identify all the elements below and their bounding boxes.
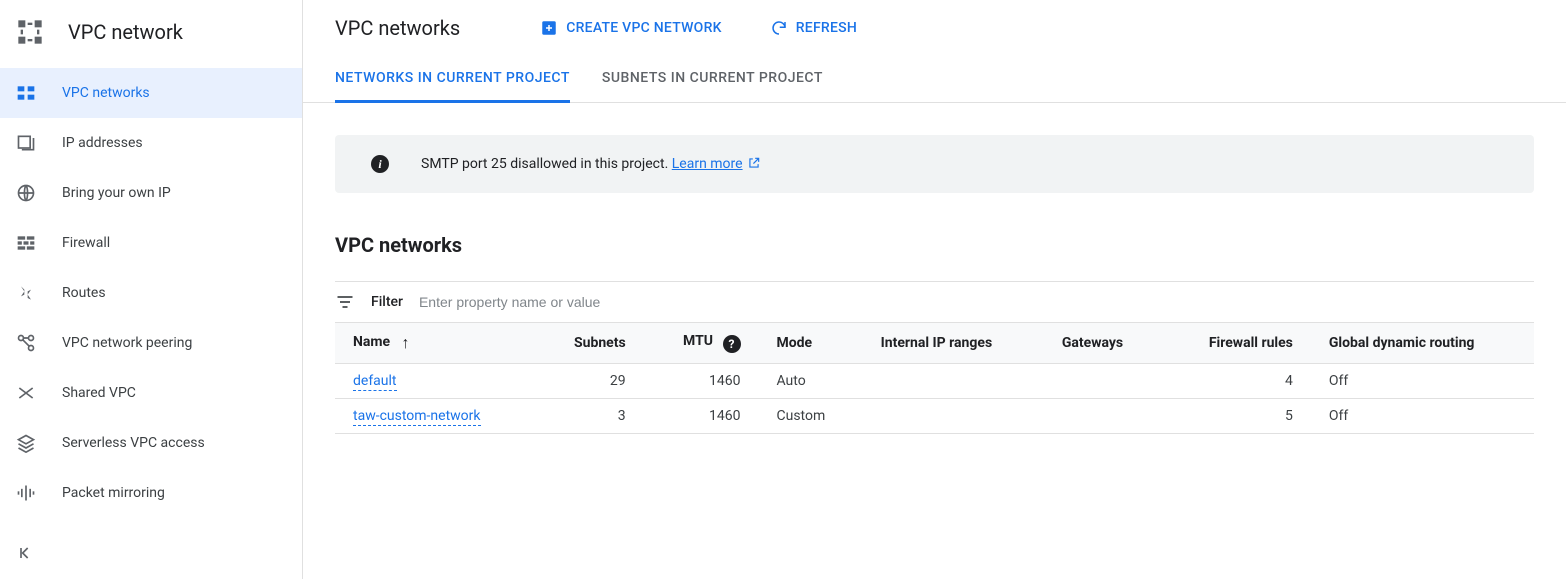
- filter-label: Filter: [371, 294, 403, 310]
- help-icon[interactable]: ?: [723, 335, 741, 353]
- cell-gdr: Off: [1311, 399, 1534, 434]
- table-header-row: Name ↑ Subnets MTU ? Mode Internal IP ra…: [335, 323, 1534, 364]
- main: VPC networks CREATE VPC NETWORK REFRESH …: [303, 0, 1566, 579]
- table-row: taw-custom-network 3 1460 Custom 5 Off: [335, 399, 1534, 434]
- col-subnets[interactable]: Subnets: [536, 323, 644, 364]
- tab-networks[interactable]: NETWORKS IN CURRENT PROJECT: [335, 56, 570, 103]
- cell-mode: Auto: [759, 364, 863, 399]
- info-message: SMTP port 25 disallowed in this project.: [421, 156, 672, 172]
- refresh-icon: [770, 19, 788, 37]
- sidebar-item-shared-vpc[interactable]: Shared VPC: [0, 368, 302, 418]
- cell-internal-ip: [863, 399, 1044, 434]
- external-link-icon: [747, 156, 761, 170]
- sort-asc-icon: ↑: [402, 333, 410, 353]
- col-internal-ip[interactable]: Internal IP ranges: [863, 323, 1044, 364]
- filter-row: Filter: [335, 281, 1534, 322]
- main-header: VPC networks CREATE VPC NETWORK REFRESH: [303, 0, 1566, 56]
- col-firewall[interactable]: Firewall rules: [1163, 323, 1311, 364]
- sidebar-title: VPC network: [68, 20, 183, 44]
- sidebar-collapse[interactable]: [0, 531, 302, 579]
- sidebar-item-label: Serverless VPC access: [62, 435, 205, 451]
- vpc-product-icon: [16, 18, 44, 46]
- vpc-networks-table: Name ↑ Subnets MTU ? Mode Internal IP ra…: [335, 322, 1534, 434]
- tab-label: SUBNETS IN CURRENT PROJECT: [602, 70, 823, 86]
- tabs: NETWORKS IN CURRENT PROJECT SUBNETS IN C…: [303, 56, 1566, 103]
- sidebar-item-label: VPC network peering: [62, 335, 192, 351]
- sidebar-item-label: Shared VPC: [62, 385, 136, 401]
- col-gateways[interactable]: Gateways: [1044, 323, 1164, 364]
- info-icon: i: [371, 155, 389, 173]
- packet-mirroring-icon: [16, 483, 36, 503]
- shared-vpc-icon: [16, 383, 36, 403]
- create-vpc-label: CREATE VPC NETWORK: [566, 20, 722, 36]
- tab-label: NETWORKS IN CURRENT PROJECT: [335, 70, 570, 86]
- sidebar-item-label: Firewall: [62, 235, 110, 251]
- col-firewall-label: Firewall rules: [1209, 335, 1293, 351]
- cell-gdr: Off: [1311, 364, 1534, 399]
- learn-more-link[interactable]: Learn more: [672, 156, 761, 172]
- cell-internal-ip: [863, 364, 1044, 399]
- cell-subnets: 29: [536, 364, 644, 399]
- col-gdr-label: Global dynamic routing: [1329, 335, 1475, 351]
- cell-gateways: [1044, 364, 1164, 399]
- network-name-link[interactable]: default: [353, 373, 397, 391]
- filter-input[interactable]: [419, 294, 1534, 310]
- col-mtu-label: MTU: [683, 333, 713, 349]
- cell-gateways: [1044, 399, 1164, 434]
- sidebar-header: VPC network: [0, 0, 302, 64]
- plus-box-icon: [540, 19, 558, 37]
- sidebar-item-label: Routes: [62, 285, 106, 301]
- col-gateways-label: Gateways: [1062, 335, 1123, 351]
- col-name[interactable]: Name ↑: [335, 323, 536, 364]
- sidebar-item-label: IP addresses: [62, 135, 143, 151]
- sidebar-item-label: VPC networks: [62, 85, 150, 101]
- sidebar-item-byoip[interactable]: Bring your own IP: [0, 168, 302, 218]
- sidebar-item-serverless-vpc[interactable]: Serverless VPC access: [0, 418, 302, 468]
- ip-addresses-icon: [16, 133, 36, 153]
- create-vpc-button[interactable]: CREATE VPC NETWORK: [532, 13, 730, 43]
- info-text: SMTP port 25 disallowed in this project.…: [421, 156, 761, 172]
- byoip-icon: [16, 183, 36, 203]
- sidebar-item-label: Packet mirroring: [62, 485, 165, 501]
- col-mode-label: Mode: [777, 335, 813, 351]
- refresh-button[interactable]: REFRESH: [762, 13, 865, 43]
- cell-mtu: 1460: [644, 399, 759, 434]
- page-title: VPC networks: [335, 16, 460, 40]
- col-gdr[interactable]: Global dynamic routing: [1311, 323, 1534, 364]
- vpc-networks-icon: [16, 83, 36, 103]
- sidebar-item-peering[interactable]: VPC network peering: [0, 318, 302, 368]
- col-mtu[interactable]: MTU ?: [644, 323, 759, 364]
- sidebar-item-packet-mirroring[interactable]: Packet mirroring: [0, 468, 302, 518]
- sidebar-item-ip-addresses[interactable]: IP addresses: [0, 118, 302, 168]
- col-name-label: Name: [353, 334, 390, 350]
- cell-mtu: 1460: [644, 364, 759, 399]
- sidebar-item-firewall[interactable]: Firewall: [0, 218, 302, 268]
- firewall-icon: [16, 233, 36, 253]
- sidebar-item-vpc-networks[interactable]: VPC networks: [0, 68, 302, 118]
- learn-more-label: Learn more: [672, 156, 743, 172]
- content: i SMTP port 25 disallowed in this projec…: [303, 103, 1566, 466]
- section-title: VPC networks: [335, 233, 1534, 257]
- sidebar: VPC network VPC networks IP addresses Br…: [0, 0, 303, 579]
- col-internal-ip-label: Internal IP ranges: [881, 335, 992, 351]
- serverless-vpc-icon: [16, 433, 36, 453]
- cell-firewall: 5: [1163, 399, 1311, 434]
- cell-mode: Custom: [759, 399, 863, 434]
- cell-subnets: 3: [536, 399, 644, 434]
- peering-icon: [16, 333, 36, 353]
- routes-icon: [16, 283, 36, 303]
- sidebar-nav: VPC networks IP addresses Bring your own…: [0, 64, 302, 518]
- filter-icon: [335, 292, 355, 312]
- network-name-link[interactable]: taw-custom-network: [353, 408, 481, 426]
- tab-subnets[interactable]: SUBNETS IN CURRENT PROJECT: [602, 56, 823, 103]
- table-row: default 29 1460 Auto 4 Off: [335, 364, 1534, 399]
- refresh-label: REFRESH: [796, 20, 857, 36]
- info-banner: i SMTP port 25 disallowed in this projec…: [335, 135, 1534, 193]
- col-mode[interactable]: Mode: [759, 323, 863, 364]
- col-subnets-label: Subnets: [574, 335, 626, 351]
- cell-firewall: 4: [1163, 364, 1311, 399]
- sidebar-item-routes[interactable]: Routes: [0, 268, 302, 318]
- sidebar-item-label: Bring your own IP: [62, 185, 171, 201]
